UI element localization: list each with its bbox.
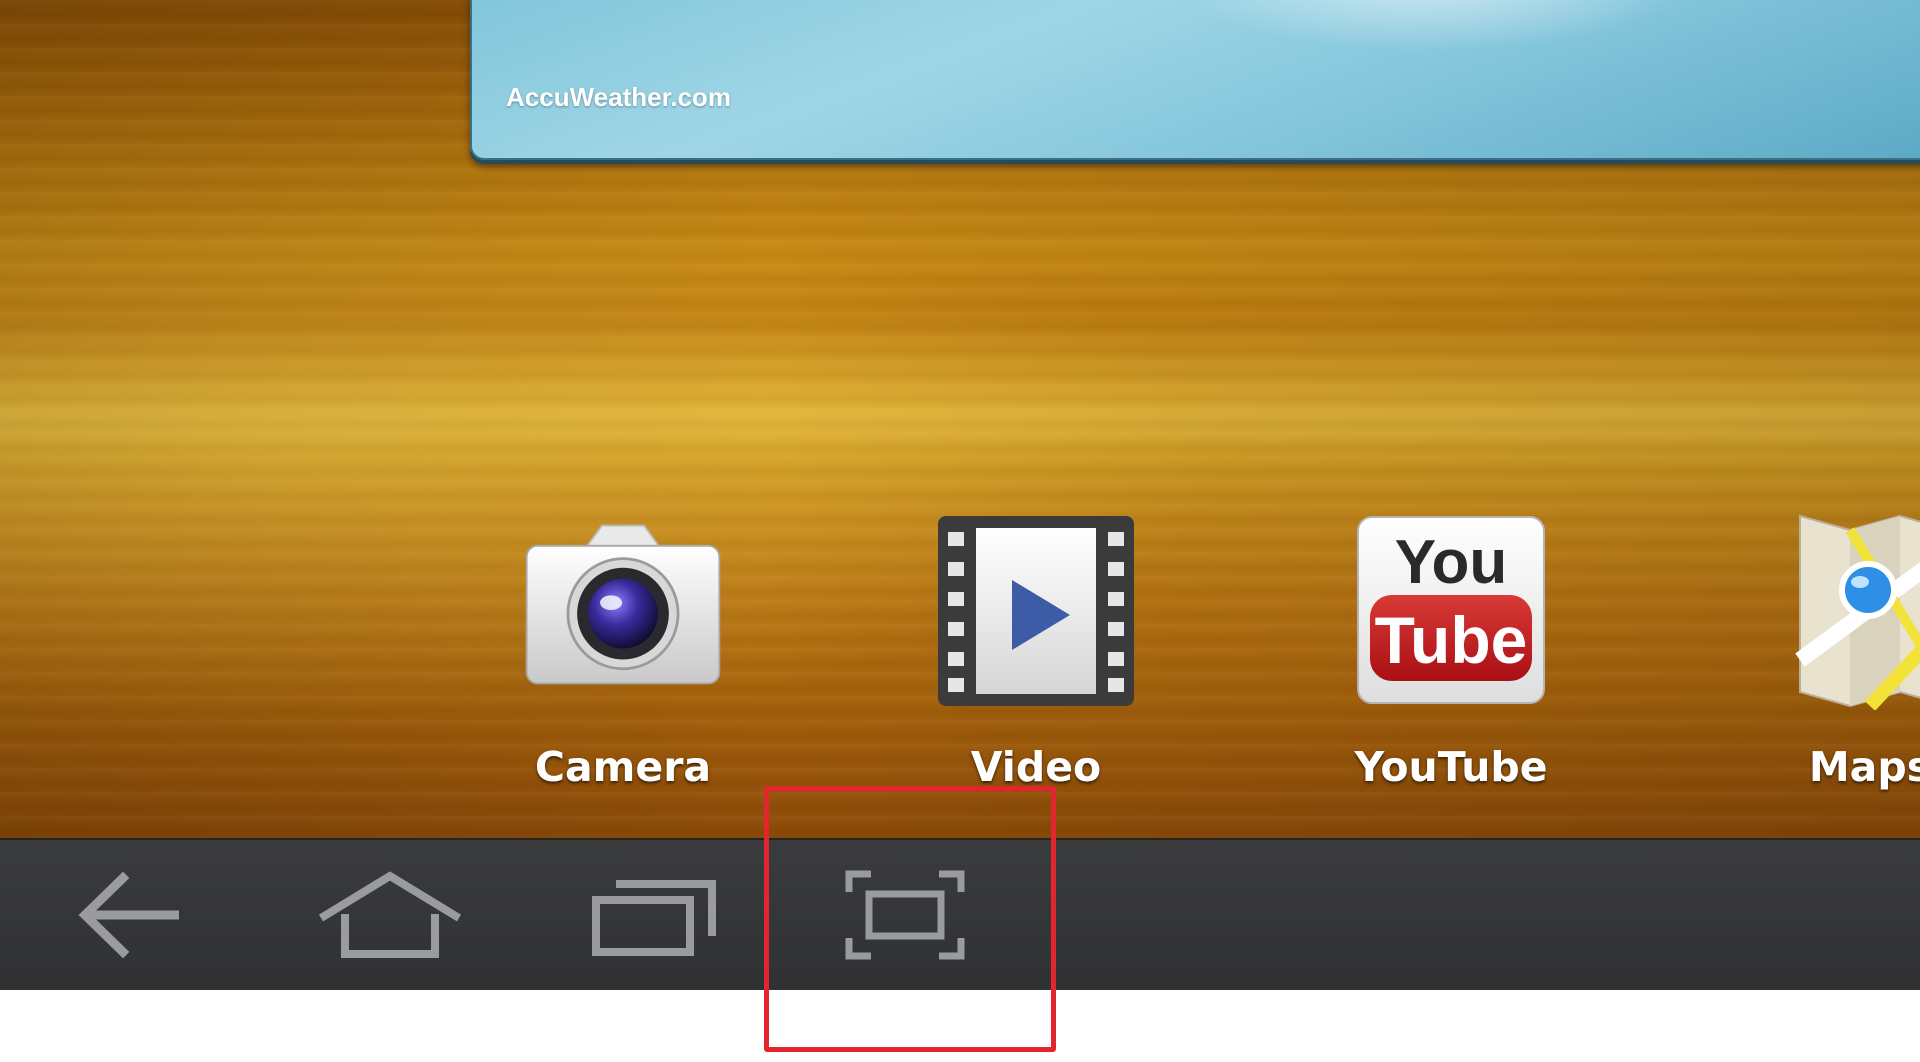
screenshot-button[interactable] <box>830 840 980 990</box>
accuweather-label: AccuWeather.com <box>506 82 731 112</box>
app-label-camera: Camera <box>534 743 712 791</box>
app-shortcut-camera[interactable]: Camera <box>493 510 753 800</box>
back-button[interactable] <box>55 840 205 990</box>
video-icon <box>936 510 1136 710</box>
youtube-logo-you: You <box>1395 528 1508 597</box>
app-label-maps: Maps <box>1808 743 1920 791</box>
app-shortcut-youtube[interactable]: You Tube YouTube <box>1321 510 1581 800</box>
camera-icon <box>523 510 723 710</box>
app-shortcut-video[interactable]: Video <box>906 510 1166 800</box>
app-label-video: Video <box>970 743 1102 791</box>
recent-apps-button[interactable] <box>580 840 730 990</box>
youtube-icon: You Tube <box>1351 510 1551 710</box>
weather-widget[interactable]: AccuWeather.com <box>470 0 1920 160</box>
screenshot-icon <box>845 870 965 960</box>
recent-apps-icon <box>592 880 716 956</box>
app-shortcut-maps[interactable]: Maps <box>1740 510 1920 800</box>
app-label-youtube: YouTube <box>1354 743 1548 791</box>
youtube-logo-tube: Tube <box>1375 603 1528 677</box>
home-button[interactable] <box>310 840 470 990</box>
home-icon <box>318 871 462 958</box>
navigation-bar <box>0 838 1920 990</box>
back-arrow-icon <box>78 871 179 959</box>
maps-icon <box>1770 510 1920 710</box>
